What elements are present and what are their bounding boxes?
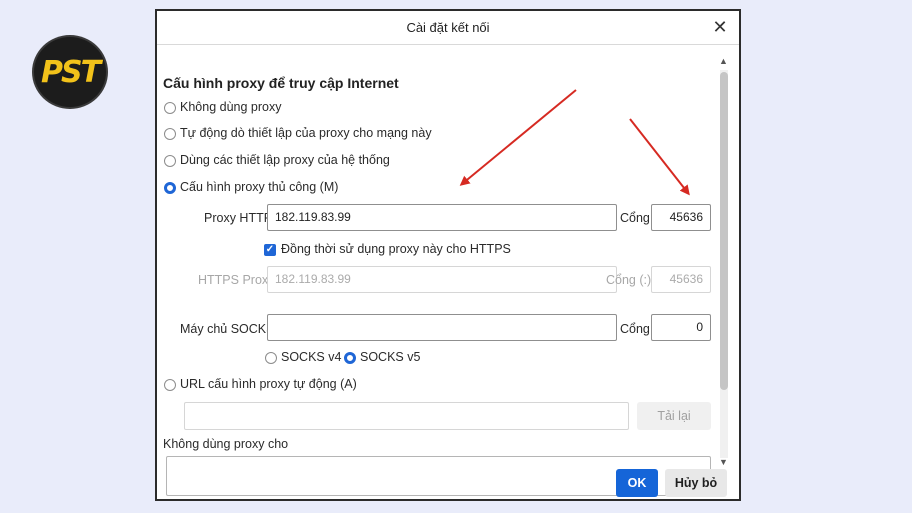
radio-no-proxy-label: Không dùng proxy	[180, 100, 282, 114]
radio-socks-v5-label: SOCKS v5	[360, 350, 421, 364]
auto-url-input[interactable]	[184, 402, 629, 430]
socks-port-input[interactable]: 0	[651, 314, 711, 341]
https-port-label: Cổng (:)	[606, 273, 652, 287]
https-proxy-input[interactable]: 182.119.83.99	[267, 266, 617, 293]
scroll-thumb[interactable]	[720, 72, 728, 390]
radio-auto-url-label: URL cấu hình proxy tự động (A)	[180, 377, 357, 391]
dialog-scrollbar[interactable]: ▲ ▼	[718, 56, 729, 471]
http-port-label: Cổng	[620, 211, 650, 225]
site-logo: PST	[34, 37, 106, 107]
also-https-label: Đồng thời sử dụng proxy này cho HTTPS	[281, 242, 511, 256]
section-heading: Cấu hình proxy để truy cập Internet	[163, 75, 399, 91]
radio-manual-proxy-label: Cấu hình proxy thủ công (M)	[180, 180, 339, 194]
close-icon[interactable]: ✕	[709, 16, 731, 38]
radio-system-proxy[interactable]	[164, 155, 176, 167]
radio-no-proxy[interactable]	[164, 102, 176, 114]
radio-socks-v4[interactable]	[265, 352, 277, 364]
reload-button[interactable]: Tải lại	[637, 402, 711, 430]
dialog-titlebar: Cài đặt kết nối ✕	[157, 11, 739, 45]
radio-manual-proxy[interactable]	[164, 182, 176, 194]
radio-auto-detect-label: Tự động dò thiết lập của proxy cho mạng …	[180, 126, 432, 140]
scroll-down-icon[interactable]: ▼	[718, 457, 729, 467]
radio-auto-url[interactable]	[164, 379, 176, 391]
socks-host-label: Máy chủ SOCKS	[180, 322, 275, 336]
radio-system-proxy-label: Dùng các thiết lập proxy của hệ thống	[180, 153, 390, 167]
logo-text: PST	[40, 54, 101, 90]
http-proxy-label: Proxy HTTP	[204, 211, 273, 225]
socks-port-label: Cổng	[620, 322, 650, 336]
https-proxy-label: HTTPS Proxy	[198, 273, 275, 287]
radio-socks-v5[interactable]	[344, 352, 356, 364]
cancel-button[interactable]: Hủy bỏ	[665, 469, 727, 497]
also-https-checkbox[interactable]: ✓	[264, 244, 276, 256]
radio-socks-v4-label: SOCKS v4	[281, 350, 342, 364]
http-proxy-input[interactable]: 182.119.83.99	[267, 204, 617, 231]
socks-host-input[interactable]	[267, 314, 617, 341]
connection-settings-dialog: Cài đặt kết nối ✕ Cấu hình proxy để truy…	[155, 9, 741, 501]
https-port-input[interactable]: 45636	[651, 266, 711, 293]
scroll-up-icon[interactable]: ▲	[718, 56, 729, 66]
no-proxy-for-label: Không dùng proxy cho	[163, 437, 289, 451]
dialog-title: Cài đặt kết nối	[406, 20, 490, 35]
http-port-input[interactable]: 45636	[651, 204, 711, 231]
ok-button[interactable]: OK	[616, 469, 658, 497]
radio-auto-detect[interactable]	[164, 128, 176, 140]
